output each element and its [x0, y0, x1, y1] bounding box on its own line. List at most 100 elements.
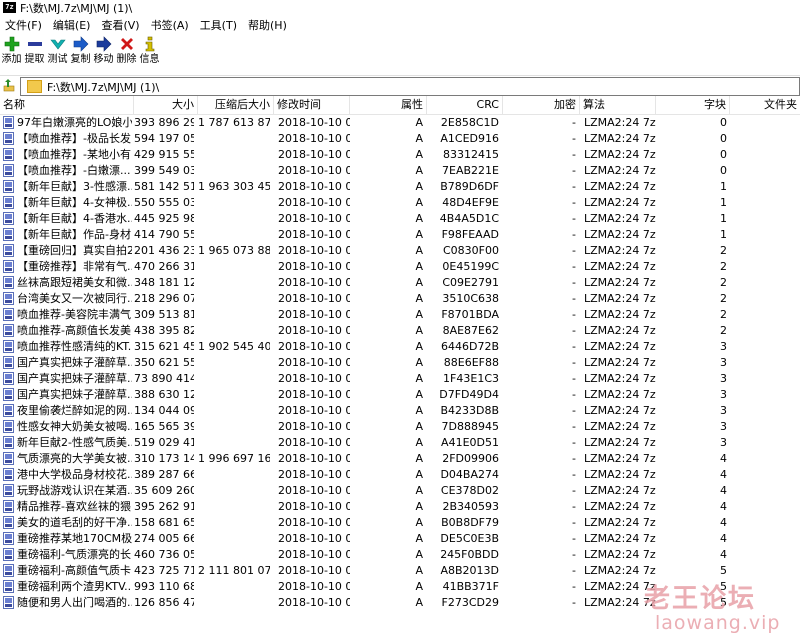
- table-row[interactable]: 【重磅推荐】非常有气...470 266 316 2018-10-10 0... A…: [0, 259, 800, 275]
- table-row[interactable]: 97年白嫩漂亮的LO娘小...393 896 298 1 787 613 872 2…: [0, 115, 800, 131]
- test-button[interactable]: 测试: [46, 35, 69, 71]
- table-row[interactable]: 气质漂亮的大学美女被...310 173 144 1 996 697 168 201…: [0, 451, 800, 467]
- file-packed-size: 1 996 697 168: [198, 452, 270, 465]
- file-packed-size: [198, 291, 270, 307]
- table-row[interactable]: 国产真实把妹子灌醉草...388 630 128 2018-10-10 0... A…: [0, 387, 800, 403]
- folder-icon: [27, 80, 42, 93]
- menu-help[interactable]: 帮助(H): [243, 17, 293, 33]
- table-row[interactable]: 台湾美女又一次被同行...218 296 076 2018-10-10 0... A…: [0, 291, 800, 307]
- copy-button[interactable]: 复制: [69, 35, 92, 71]
- extract-button[interactable]: 提取: [23, 35, 46, 71]
- file-modified: 2018-10-10 0...: [278, 356, 350, 369]
- menu-view[interactable]: 查看(V): [96, 17, 145, 33]
- file-encrypted: -: [572, 276, 576, 289]
- table-row[interactable]: 美女的道毛刮的好干净...158 681 650 2018-10-10 0... A…: [0, 515, 800, 531]
- table-row[interactable]: 喷血推荐-美容院丰满气...309 513 817 2018-10-10 0...…: [0, 307, 800, 323]
- file-packed-size: 1 963 303 456: [198, 180, 270, 193]
- table-row[interactable]: 性感女神大奶美女被喝...165 565 399 2018-10-10 0... A…: [0, 419, 800, 435]
- file-block: 4: [720, 484, 727, 497]
- file-name: 性感女神大奶美女被喝...: [17, 420, 132, 433]
- file-size: 429 915 550: [134, 148, 194, 161]
- file-attributes: A: [415, 260, 423, 273]
- file-modified: 2018-10-10 0...: [278, 132, 350, 145]
- file-modified: 2018-10-10 0...: [278, 500, 350, 513]
- column-encrypted[interactable]: 加密: [503, 96, 580, 114]
- file-attributes: A: [415, 532, 423, 545]
- file-encrypted: -: [572, 308, 576, 321]
- table-row[interactable]: 【新年巨献】4-香港水...445 925 984 2018-10-10 0...…: [0, 211, 800, 227]
- table-row[interactable]: 【新年巨献】3-性感漂...581 142 518 1 963 303 456 20…: [0, 179, 800, 195]
- table-row[interactable]: 玩野战游戏认识在某酒...35 609 260 2018-10-10 0... A C…: [0, 483, 800, 499]
- column-block[interactable]: 字块: [656, 96, 730, 114]
- video-file-icon: [3, 580, 14, 593]
- file-name: 气质漂亮的大学美女被...: [17, 452, 132, 465]
- table-row[interactable]: 喷血推荐-高颜值长发美...438 395 820 2018-10-10 0...…: [0, 323, 800, 339]
- delete-button[interactable]: 删除: [115, 35, 138, 71]
- file-size: 158 681 650: [134, 516, 194, 529]
- add-button[interactable]: 添加: [0, 35, 23, 71]
- file-size: 550 555 032: [134, 196, 194, 209]
- table-row[interactable]: 港中大学极品身材校花...389 287 663 2018-10-10 0... A…: [0, 467, 800, 483]
- column-attributes[interactable]: 属性: [350, 96, 427, 114]
- delete-x-icon: [119, 35, 135, 53]
- file-name: 台湾美女又一次被同行...: [17, 292, 132, 305]
- table-row[interactable]: 夜里偷袭烂醉如泥的网...134 044 098 2018-10-10 0... A…: [0, 403, 800, 419]
- column-size[interactable]: 大小: [134, 96, 198, 114]
- up-folder-button[interactable]: [0, 76, 20, 96]
- file-crc: 245F0BDD: [440, 548, 499, 561]
- table-row[interactable]: 重磅福利-高颜值气质卡...423 725 715 2 111 801 072 20…: [0, 563, 800, 579]
- file-attributes: A: [415, 164, 423, 177]
- file-method: LZMA2:24 7z...: [584, 260, 656, 273]
- file-packed-size: [198, 131, 270, 147]
- column-name[interactable]: 名称: [0, 96, 134, 114]
- table-row[interactable]: 【新年巨献】作品-身材...414 790 557 2018-10-10 0...…: [0, 227, 800, 243]
- table-row[interactable]: 【喷血推荐】-某地小有...429 915 550 2018-10-10 0...…: [0, 147, 800, 163]
- video-file-icon: [3, 484, 14, 497]
- file-encrypted: -: [572, 516, 576, 529]
- table-row[interactable]: 【重磅回归】真实自拍2...201 436 236 1 965 073 888 20…: [0, 243, 800, 259]
- path-input[interactable]: F:\数\MJ.7z\MJ\MJ (1)\: [20, 77, 800, 96]
- menu-tools[interactable]: 工具(T): [195, 17, 243, 33]
- video-file-icon: [3, 308, 14, 321]
- test-button-label: 测试: [47, 54, 68, 65]
- file-packed-size: [198, 419, 270, 435]
- file-encrypted: -: [572, 180, 576, 193]
- file-crc: 83312415: [443, 148, 499, 161]
- column-packed-size[interactable]: 压缩后大小: [198, 96, 274, 114]
- file-block: 0: [720, 132, 727, 145]
- video-file-icon: [3, 196, 14, 209]
- file-crc: 88E6EF88: [443, 356, 499, 369]
- video-file-icon: [3, 436, 14, 449]
- file-encrypted: -: [572, 324, 576, 337]
- file-method: LZMA2:24 7z...: [584, 436, 656, 449]
- table-row[interactable]: 丝袜高跟短裙美女和微...348 181 128 2018-10-10 0... A…: [0, 275, 800, 291]
- table-row[interactable]: 【喷血推荐】-极品长发...594 197 059 2018-10-10 0...…: [0, 131, 800, 147]
- file-modified: 2018-10-10 0...: [278, 388, 350, 401]
- info-button[interactable]: 信息: [138, 35, 161, 71]
- menu-bookmarks[interactable]: 书签(A): [146, 17, 195, 33]
- table-row[interactable]: 国产真实把妹子灌醉草...73 890 414 2018-10-10 0... A 1…: [0, 371, 800, 387]
- file-method: LZMA2:24 7z...: [584, 564, 656, 577]
- table-row[interactable]: 重磅福利-气质漂亮的长...460 736 058 2018-10-10 0...…: [0, 547, 800, 563]
- table-row[interactable]: 重磅推荐某地170CM极...274 005 668 2018-10-10 0..…: [0, 531, 800, 547]
- column-crc[interactable]: CRC: [427, 96, 503, 114]
- column-method[interactable]: 算法: [580, 96, 656, 114]
- table-row[interactable]: 【新年巨献】4-女神极...550 555 032 2018-10-10 0...…: [0, 195, 800, 211]
- file-modified: 2018-10-10 0...: [278, 260, 350, 273]
- table-row[interactable]: 精品推荐-喜欢丝袜的猥...395 262 918 2018-10-10 0...…: [0, 499, 800, 515]
- menu-file[interactable]: 文件(F): [0, 17, 48, 33]
- move-button[interactable]: 移动: [92, 35, 115, 71]
- watermark-url: laowang.vip: [655, 612, 781, 634]
- file-attributes: A: [415, 148, 423, 161]
- table-row[interactable]: 【喷血推荐】-白嫩漂...399 549 036 2018-10-10 0... A…: [0, 163, 800, 179]
- table-row[interactable]: 新年巨献2-性感气质美...519 029 412 2018-10-10 0...…: [0, 435, 800, 451]
- column-modified[interactable]: 修改时间: [274, 96, 350, 114]
- column-folders[interactable]: 文件夹: [730, 96, 800, 114]
- table-row[interactable]: 喷血推荐性感清纯的KT...315 621 453 1 902 545 408 20…: [0, 339, 800, 355]
- menu-edit[interactable]: 编辑(E): [48, 17, 97, 33]
- menu-bar: 文件(F) 编辑(E) 查看(V) 书签(A) 工具(T) 帮助(H): [0, 16, 800, 34]
- file-method: LZMA2:24 7z...: [584, 308, 656, 321]
- file-packed-size: [198, 579, 270, 595]
- file-packed-size: [198, 147, 270, 163]
- table-row[interactable]: 国产真实把妹子灌醉草...350 621 554 2018-10-10 0... A…: [0, 355, 800, 371]
